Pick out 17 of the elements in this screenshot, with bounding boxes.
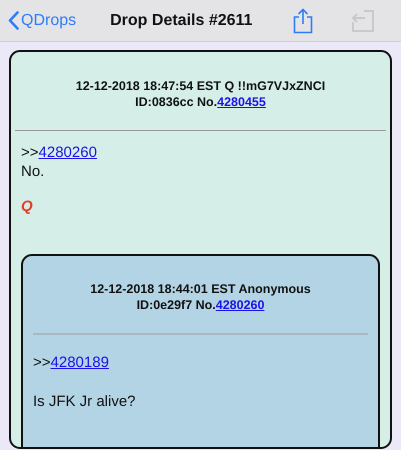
- post-header-line: ID:0836cc No.4280455: [134, 94, 267, 110]
- post-header-line: 12-12-2018 18:44:01 EST Anonymous: [89, 281, 312, 297]
- message-text: Is JFK Jr alive?: [33, 392, 137, 411]
- reply-line: >>4280189: [33, 353, 110, 372]
- message-text: No.: [21, 162, 46, 181]
- reply-line: >>4280260: [21, 143, 98, 162]
- chevron-left-icon: [8, 11, 19, 30]
- screen-title: Drop Details #2611: [110, 10, 252, 30]
- share-button[interactable]: [293, 8, 313, 34]
- reply-link[interactable]: 4280189: [50, 354, 109, 371]
- signature-text: Q: [21, 197, 34, 216]
- reply-link[interactable]: 4280260: [38, 144, 97, 161]
- post-number-link[interactable]: 4280455: [217, 95, 266, 109]
- post-header-line: 12-12-2018 18:47:54 EST Q !!mG7VJxZNCI: [74, 78, 326, 94]
- back-button[interactable]: QDrops: [8, 8, 76, 32]
- post-header-line: ID:0e29f7 No.4280260: [136, 297, 266, 313]
- post-number-link[interactable]: 4280260: [216, 298, 264, 312]
